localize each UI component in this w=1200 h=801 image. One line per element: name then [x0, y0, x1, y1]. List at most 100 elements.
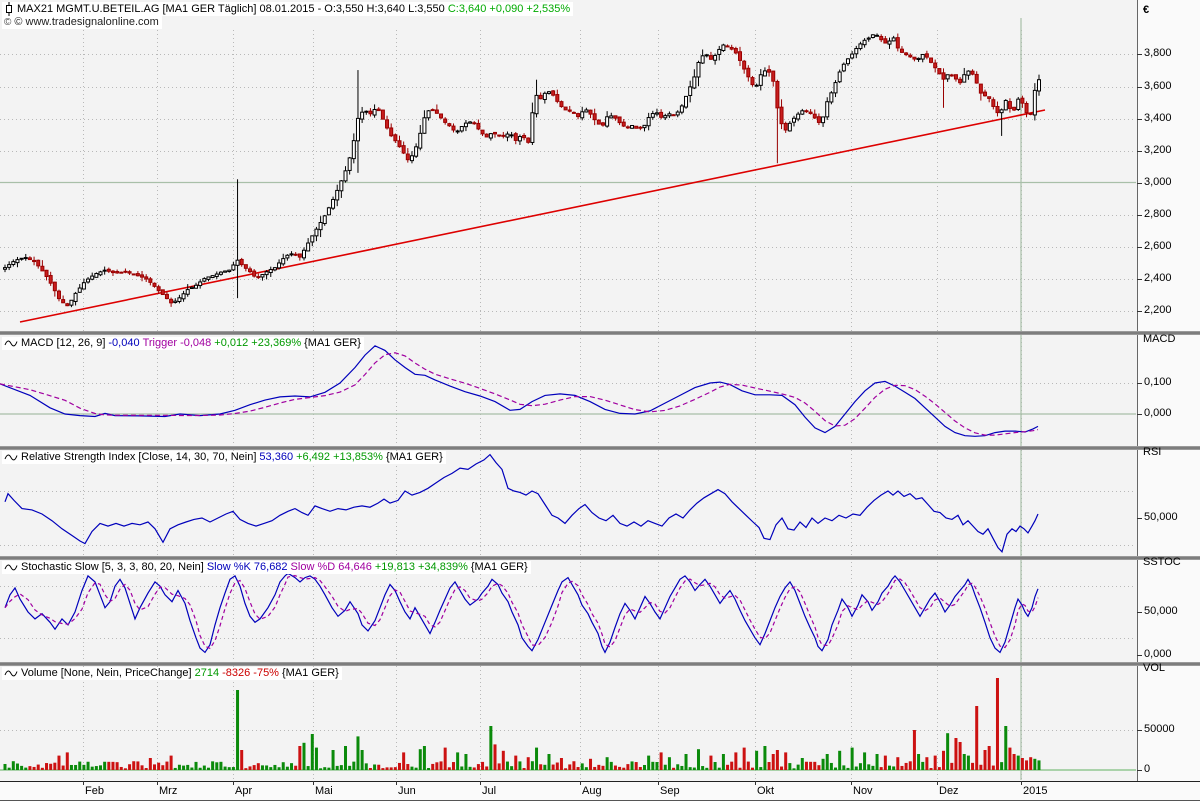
candle-body: [472, 122, 477, 125]
volume-bar: [705, 767, 709, 770]
x-axis-tick-mark: [313, 781, 314, 785]
volume-bar: [850, 747, 854, 770]
volume-bar: [115, 762, 119, 770]
candle-body: [397, 140, 402, 148]
candle-body: [617, 116, 622, 124]
volume-bar: [90, 766, 94, 770]
candle-body: [970, 70, 975, 75]
macd-panel-header[interactable]: MACD [12, 26, 9] -0,040 Trigger -0,048 +…: [2, 337, 364, 350]
panel-separator[interactable]: [0, 556, 1200, 560]
candle-body: [164, 293, 169, 300]
stoch-axis-tick: 50,000: [1144, 605, 1178, 617]
candle-body: [634, 125, 639, 129]
candle-body: [821, 116, 826, 124]
volume-bar: [7, 767, 11, 770]
volume-bar: [647, 755, 651, 770]
candle-body: [501, 134, 506, 137]
candle-body: [576, 113, 581, 118]
candle-body: [638, 126, 643, 129]
candle-body: [916, 57, 921, 61]
header-segment: 53,360: [259, 451, 294, 463]
volume-bar: [460, 766, 464, 770]
volume-bar: [854, 766, 858, 770]
candle-body: [700, 55, 705, 64]
candle-body: [127, 271, 132, 274]
volume-bar: [1004, 726, 1008, 770]
axis-tick-mark: [1137, 119, 1142, 120]
volume-bar: [49, 763, 53, 770]
candle-body: [999, 109, 1004, 114]
candle-body: [908, 54, 913, 58]
volume-bar: [539, 764, 543, 770]
rsi-panel-header[interactable]: Relative Strength Index [Close, 14, 30, …: [2, 451, 446, 464]
candle-body: [858, 43, 863, 50]
header-segment: Slow %K 76,682: [206, 561, 288, 573]
candle-body: [841, 63, 846, 72]
candle-body: [958, 78, 963, 84]
header-segment: {MA1 GER}: [281, 667, 339, 679]
volume-bar: [402, 752, 406, 770]
panel-separator[interactable]: [0, 662, 1200, 666]
volume-bar: [435, 762, 439, 770]
volume-bar: [447, 767, 451, 770]
candle-body: [19, 257, 24, 260]
volume-bar: [792, 768, 796, 770]
candle-body: [688, 86, 693, 96]
volume-bar: [103, 761, 107, 770]
macd-trigger-line: [0, 352, 1039, 436]
candle-body: [692, 76, 697, 89]
candle-body: [318, 221, 323, 231]
candle-body: [804, 110, 809, 113]
volume-bar: [427, 768, 431, 770]
volume-bar: [182, 765, 186, 770]
candle-body: [426, 110, 431, 119]
volume-bar: [231, 767, 235, 770]
header-segment: {MA1 GER}: [470, 561, 528, 573]
candle-body: [563, 106, 568, 111]
candle-body: [609, 115, 614, 119]
candle-body: [23, 257, 28, 260]
volume-bar: [896, 757, 900, 770]
volume-bar: [946, 733, 950, 770]
volume-bar: [344, 746, 348, 770]
candle-body: [351, 140, 356, 160]
header-segment: +19,813 +34,839%: [374, 561, 468, 573]
volume-bar: [364, 763, 368, 770]
volume-bar: [821, 758, 825, 770]
candle-body: [991, 99, 996, 107]
volume-bar: [721, 754, 725, 770]
x-axis-tick-mark: [396, 781, 397, 785]
candle-body: [81, 282, 86, 290]
candle-body: [214, 273, 219, 277]
price-axis-tick: 3,400: [1144, 112, 1172, 124]
chart-title[interactable]: MAX21 MGMT.U.BETEIL.AG [MA1 GER Täglich]…: [2, 2, 574, 16]
candle-body: [551, 90, 556, 96]
axis-tick-mark: [1137, 770, 1142, 771]
volume-bar: [464, 754, 468, 770]
candle-body: [252, 270, 257, 277]
volume-bar: [260, 765, 264, 770]
panel-separator[interactable]: [0, 446, 1200, 450]
candle-body: [98, 271, 103, 276]
volume-bar: [589, 758, 593, 770]
volume-bar: [908, 761, 912, 770]
candle-body: [600, 122, 605, 126]
volume-bar: [937, 767, 941, 770]
volume-bar: [1012, 754, 1016, 770]
copyright-label: © © www.tradesignalonline.com: [2, 16, 162, 29]
volume-bar: [925, 757, 929, 770]
volume-bar: [69, 764, 73, 770]
candle-body: [380, 109, 385, 120]
volume-bar: [788, 763, 792, 770]
candle-body: [854, 48, 859, 55]
volume-bar: [846, 767, 850, 770]
stochastic-panel-header[interactable]: Stochastic Slow [5, 3, 3, 80, 20, Nein] …: [2, 561, 531, 574]
candle-body: [729, 46, 734, 50]
volume-panel-header[interactable]: Volume [None, Nein, PriceChange] 2714 -8…: [2, 667, 342, 680]
volume-bar: [605, 757, 609, 770]
candle-body: [1007, 101, 1012, 109]
candle-body: [941, 72, 946, 80]
candle-body: [173, 300, 178, 303]
volume-bar: [32, 766, 36, 770]
panel-separator[interactable]: [0, 331, 1200, 335]
